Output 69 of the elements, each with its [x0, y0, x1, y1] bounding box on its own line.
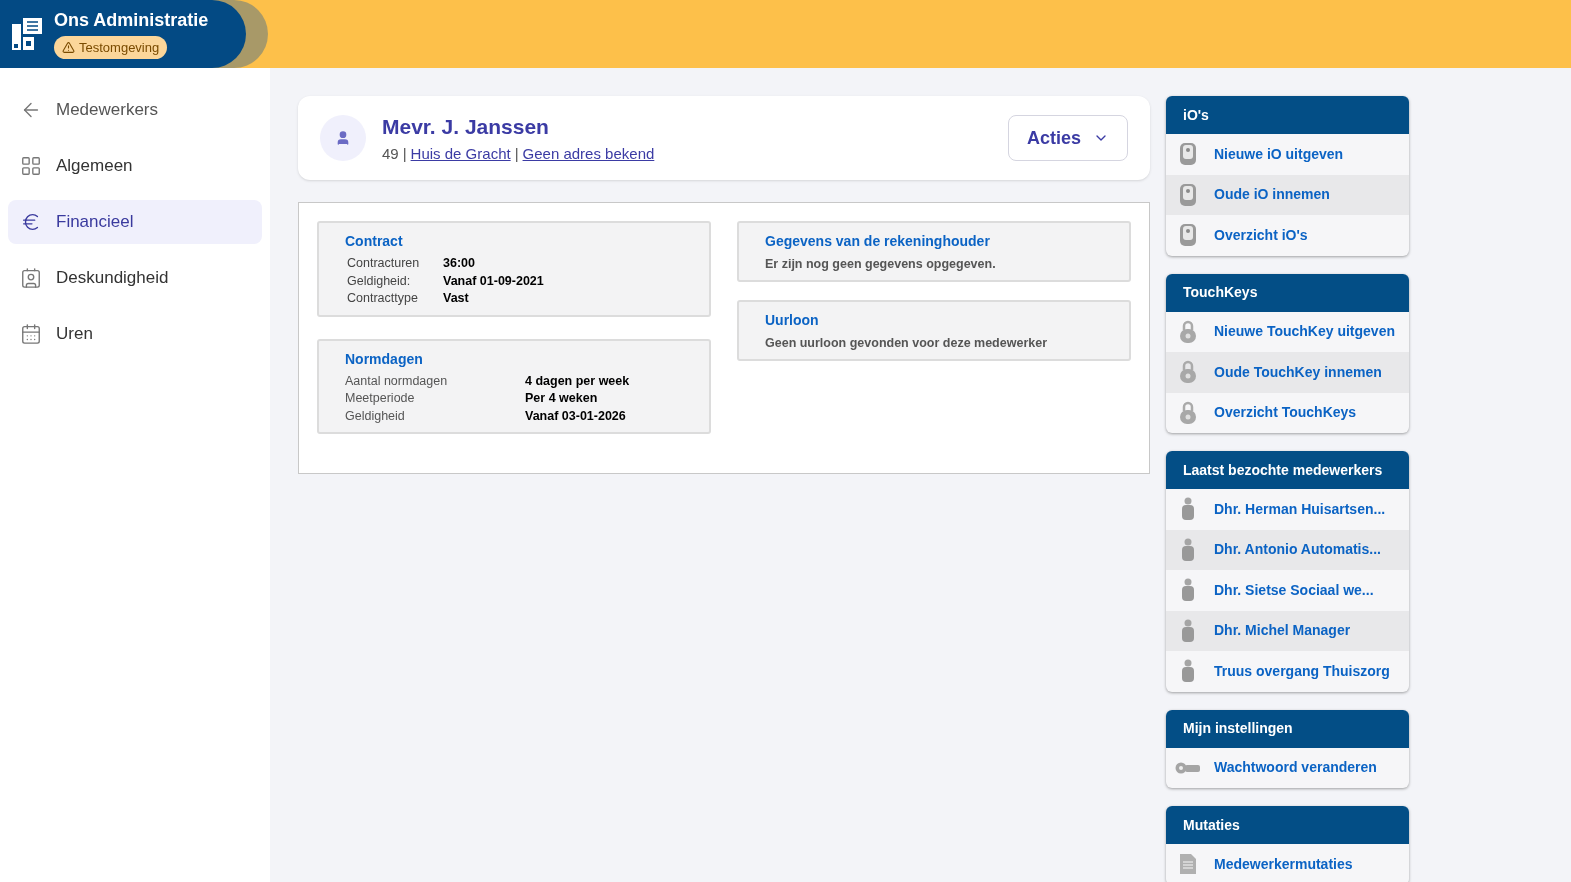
grid-icon	[20, 155, 42, 177]
panel-header: TouchKeys	[1166, 273, 1409, 312]
panel-header: Mutaties	[1166, 806, 1409, 844]
employee-number: 49	[382, 143, 399, 164]
card-title: Gegevens van de rekeninghouder	[765, 232, 991, 251]
sidebar-item[interactable]: Medewerkers	[8, 88, 262, 132]
separator: |	[514, 143, 519, 164]
person-icon	[1181, 537, 1195, 562]
field-value: 4 dagen per week	[525, 372, 631, 390]
field-label: Meetperiode	[345, 390, 416, 407]
card-title: Normdagen	[345, 349, 424, 369]
panel-link[interactable]: Dhr. Michel Manager	[1166, 610, 1409, 651]
panel-link[interactable]: Dhr. Antonio Automatis...	[1166, 529, 1409, 570]
document-icon	[1179, 853, 1197, 876]
environment-badge: Testomgeving	[54, 35, 168, 59]
actions-button[interactable]: Acties	[1007, 115, 1128, 161]
padlock-icon	[1179, 360, 1197, 385]
panel-link[interactable]: Oude TouchKey innemen	[1166, 352, 1409, 393]
person-icon	[1181, 497, 1195, 522]
field-value: 36:00	[443, 255, 476, 272]
card-text: Er zijn nog geen gegevens opgegeven.	[765, 256, 997, 273]
field-label: Geldigheid:	[347, 272, 412, 290]
sidebar-item[interactable]: Algemeen	[8, 144, 262, 188]
person-icon	[1181, 659, 1195, 684]
panel-link[interactable]: Overzicht iO's	[1166, 215, 1409, 256]
panel-link[interactable]: Nieuwe iO uitgeven	[1166, 134, 1409, 175]
key-icon	[1175, 760, 1201, 775]
panel-link[interactable]: Overzicht TouchKeys	[1166, 392, 1409, 433]
app-title: Ons Administratie	[54, 9, 209, 32]
field-label: Contracturen	[347, 255, 421, 272]
field-value: Per 4 weken	[525, 390, 599, 407]
padlock-icon	[1179, 319, 1197, 344]
sidebar-item[interactable]: Deskundigheid	[8, 256, 262, 300]
card-title: Contract	[345, 232, 404, 251]
sidebar-item[interactable]: Financieel	[8, 200, 262, 244]
warning-icon	[62, 40, 75, 54]
user-icon	[335, 130, 351, 146]
location-link[interactable]: Huis de Gracht	[410, 142, 511, 165]
sidebar-item[interactable]: Uren	[8, 312, 262, 356]
person-icon	[1181, 578, 1195, 603]
employee-name: Mevr. J. Janssen	[382, 114, 550, 140]
id-badge-icon	[20, 267, 42, 289]
field-value: Vanaf 03-01-2026	[525, 407, 627, 425]
padlock-icon	[1179, 400, 1197, 425]
field-label: Contracttype	[347, 290, 419, 307]
fob-icon	[1179, 142, 1197, 167]
panel-header: Laatst bezochte medewerkers	[1166, 451, 1409, 489]
person-icon	[1181, 618, 1195, 643]
field-label: Geldigheid	[345, 407, 406, 425]
panel-link[interactable]: Dhr. Sietse Sociaal we...	[1166, 570, 1409, 611]
panel-header: iO's	[1166, 96, 1409, 134]
panel-header: Mijn instellingen	[1166, 709, 1409, 748]
separator: |	[402, 143, 407, 164]
panel-link[interactable]: Medewerkermutaties	[1166, 844, 1409, 882]
field-label: Aantal normdagen	[345, 372, 449, 390]
panel-link[interactable]: Oude iO innemen	[1166, 174, 1409, 215]
address-link[interactable]: Geen adres bekend	[522, 142, 655, 165]
building-logo-icon	[12, 18, 42, 50]
fob-icon	[1179, 182, 1197, 207]
panel-link[interactable]: Dhr. Herman Huisartsen...	[1166, 489, 1409, 530]
panel-link[interactable]: Wachtwoord veranderen	[1166, 747, 1409, 788]
panel-link[interactable]: Nieuwe TouchKey uitgeven	[1166, 311, 1409, 352]
panel-link[interactable]: Truus overgang Thuiszorg	[1166, 651, 1409, 692]
calendar-icon	[20, 323, 42, 345]
card-title: Uurloon	[765, 310, 820, 330]
field-value: Vanaf 01-09-2021	[443, 272, 545, 290]
field-value: Vast	[443, 290, 470, 307]
card-text: Geen uurloon gevonden voor deze medewerker	[765, 334, 1048, 352]
fob-icon	[1179, 223, 1197, 248]
